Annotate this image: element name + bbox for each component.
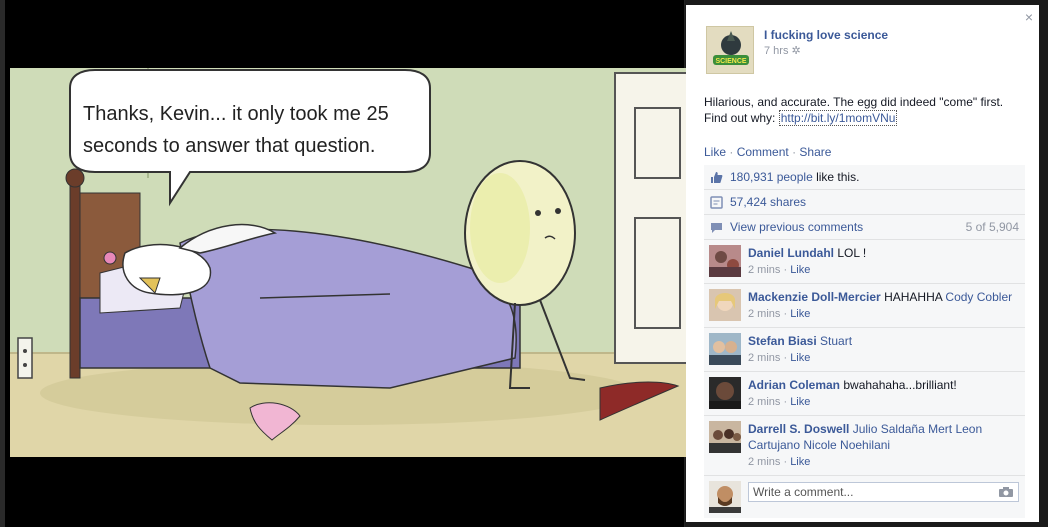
commenter-name[interactable]: Darrell S. Doswell [748, 422, 849, 436]
comment-meta: 2 mins · Like [748, 456, 811, 468]
camera-icon[interactable] [999, 487, 1013, 497]
view-previous-comments-link[interactable]: View previous comments [730, 220, 863, 234]
commenter-name[interactable]: Stefan Biasi [748, 334, 817, 348]
post-link[interactable]: http://bit.ly/1momVNu [778, 110, 898, 126]
separator-dot: · [729, 145, 737, 159]
commenter-avatar[interactable] [709, 245, 741, 277]
likes-row: 180,931 people like this. [704, 165, 1025, 190]
comment-time[interactable]: 2 mins [748, 264, 780, 276]
comment-meta: 2 mins · Like [748, 352, 811, 364]
page-avatar[interactable]: SCIENCE [706, 26, 754, 74]
post-timestamp[interactable]: 7 hrs [764, 45, 788, 57]
view-previous-row: View previous comments 5 of 5,904 [704, 215, 1025, 240]
photo-stage: Thanks, Kevin... it only took me 25 seco… [0, 0, 690, 527]
comment-item: Adrian Coleman bwahahaha...brilliant! 2 … [704, 372, 1025, 416]
comment-time[interactable]: 2 mins [748, 308, 780, 320]
commenter-name[interactable]: Daniel Lundahl [748, 246, 834, 260]
comment-like-link[interactable]: Like [790, 308, 810, 320]
page-name-link[interactable]: I fucking love science [764, 28, 888, 42]
comment-time[interactable]: 2 mins [748, 396, 780, 408]
comment-bubble-icon [711, 223, 722, 233]
globe-icon: ✲ [791, 45, 801, 57]
comment-meta: 2 mins · Like [748, 264, 811, 276]
comment-time[interactable]: 2 mins [748, 352, 780, 364]
my-avatar[interactable] [709, 481, 741, 513]
thumbs-up-icon [711, 172, 723, 183]
commenter-name[interactable]: Mackenzie Doll-Mercier [748, 290, 881, 304]
like-action[interactable]: Like [704, 145, 726, 159]
commenter-avatar[interactable] [709, 333, 741, 365]
comment-like-link[interactable]: Like [790, 352, 810, 364]
shares-row: 57,424 shares [704, 190, 1025, 215]
tagged-user[interactable]: Stuart [820, 334, 852, 348]
comment-item: Mackenzie Doll-Mercier HAHAHHA Cody Cobl… [704, 284, 1025, 328]
comic-image[interactable]: Thanks, Kevin... it only took me 25 seco… [10, 68, 690, 457]
comment-item: Darrell S. Doswell Julio Saldaña Mert Le… [704, 416, 1025, 476]
comment-count: 5 of 5,904 [965, 220, 1019, 234]
tagged-user[interactable]: Cody Cobler [945, 290, 1012, 304]
comment-input[interactable] [748, 482, 1019, 502]
comment-time[interactable]: 2 mins [748, 456, 780, 468]
comment-text: HAHAHHA [884, 290, 943, 304]
post-message: Hilarious, and accurate. The egg did ind… [704, 94, 1024, 126]
write-comment-row [704, 476, 1025, 518]
comment-like-link[interactable]: Like [790, 396, 810, 408]
shares-link[interactable]: 57,424 shares [730, 195, 806, 209]
comment-meta: 2 mins · Like [748, 308, 811, 320]
post-time: 7 hrs ✲ [764, 44, 801, 57]
commenter-avatar[interactable] [709, 289, 741, 321]
comment-item: Stefan Biasi Stuart 2 mins · Like [704, 328, 1025, 372]
comment-item: Daniel Lundahl LOL ! 2 mins · Like [704, 240, 1025, 284]
share-action[interactable]: Share [799, 145, 831, 159]
comment-text: bwahahaha...brilliant! [843, 378, 957, 392]
comment-like-link[interactable]: Like [790, 456, 810, 468]
page-avatar-text: SCIENCE [715, 58, 746, 65]
commenter-avatar[interactable] [709, 421, 741, 453]
share-icon [710, 196, 723, 209]
comment-meta: 2 mins · Like [748, 396, 811, 408]
post-panel: × SCIENCE I fucking love science 7 hrs ✲… [686, 5, 1039, 522]
comment-like-link[interactable]: Like [790, 264, 810, 276]
comment-text: LOL ! [837, 246, 867, 260]
speech-line-2: seconds to answer that question. [83, 135, 375, 157]
speech-line-1: Thanks, Kevin... it only took me 25 [83, 103, 389, 125]
close-icon[interactable]: × [1025, 9, 1033, 25]
commenter-name[interactable]: Adrian Coleman [748, 378, 840, 392]
comment-action[interactable]: Comment [737, 145, 789, 159]
commenter-avatar[interactable] [709, 377, 741, 409]
likes-suffix: like this. [812, 170, 860, 184]
ufi-box: 180,931 people like this. 57,424 shares … [704, 165, 1025, 518]
post-actions: Like · Comment · Share [704, 145, 831, 159]
likes-count-link[interactable]: 180,931 people [730, 170, 813, 184]
